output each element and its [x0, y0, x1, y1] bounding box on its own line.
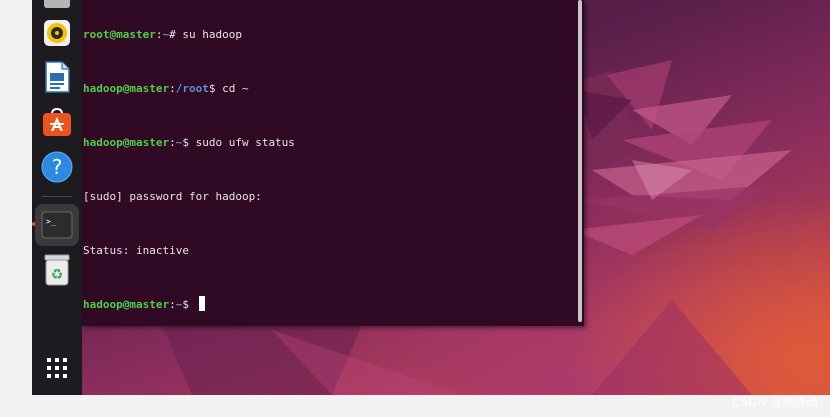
- terminal-window[interactable]: root@master:~# su hadoop hadoop@master:/…: [82, 0, 584, 326]
- terminal-line: root@master:~# su hadoop: [83, 28, 242, 41]
- recycle-glyph: ♻: [51, 267, 64, 283]
- trash-icon: ♻: [44, 254, 70, 286]
- prompt-symbol: #: [169, 28, 176, 41]
- terminal-line: Status: inactive: [83, 242, 295, 260]
- command-text: [189, 298, 196, 311]
- terminal-glyph: >_: [46, 217, 56, 226]
- writer-icon: [45, 61, 70, 93]
- dock-item-help[interactable]: ?: [38, 148, 76, 186]
- apps-grid-icon: [47, 358, 67, 378]
- rhythmbox-icon: [44, 20, 70, 46]
- dock: ? >_ ♻: [32, 0, 82, 395]
- dock-item-libreoffice-writer[interactable]: [38, 58, 76, 96]
- prompt-path: /root: [175, 82, 209, 95]
- dock-item-trash[interactable]: ♻: [38, 251, 76, 289]
- prompt-user: root@master: [83, 28, 156, 41]
- dock-item-show-apps[interactable]: [38, 349, 76, 387]
- dock-separator: [42, 196, 72, 197]
- terminal-line: hadoop@master:/root$ cd ~: [83, 82, 249, 95]
- prompt-symbol: $: [182, 298, 189, 311]
- prompt-user: hadoop@master: [83, 136, 170, 149]
- terminal-line: hadoop@master:~$ sudo ufw status: [83, 136, 295, 149]
- dock-item-terminal[interactable]: >_: [35, 204, 79, 246]
- terminal-icon: >_: [41, 211, 73, 239]
- output-text: Status: inactive: [83, 244, 189, 257]
- command-text: cd ~: [215, 82, 249, 95]
- help-icon: ?: [41, 151, 73, 183]
- terminal-line: [sudo] password for hadoop:: [83, 188, 295, 206]
- dock-item-ubuntu-software[interactable]: [38, 103, 76, 141]
- prompt-user: hadoop@master: [83, 298, 170, 311]
- terminal-line: hadoop@master:~$: [83, 296, 295, 314]
- files-icon: [44, 0, 70, 8]
- software-store-icon: [43, 107, 71, 136]
- command-text: su hadoop: [175, 28, 242, 41]
- help-glyph: ?: [52, 155, 63, 179]
- command-text: sudo ufw status: [188, 136, 295, 149]
- output-text: [sudo] password for hadoop:: [83, 190, 262, 203]
- prompt-user: hadoop@master: [83, 82, 170, 95]
- prompt-symbol: $: [182, 136, 189, 149]
- dock-item-rhythmbox[interactable]: [38, 14, 76, 52]
- terminal-scrollbar[interactable]: [578, 0, 582, 322]
- text-cursor: [198, 296, 205, 311]
- watermark: CSDN @张謹礦: [731, 395, 818, 409]
- terminal-output[interactable]: root@master:~# su hadoop hadoop@master:/…: [83, 0, 295, 326]
